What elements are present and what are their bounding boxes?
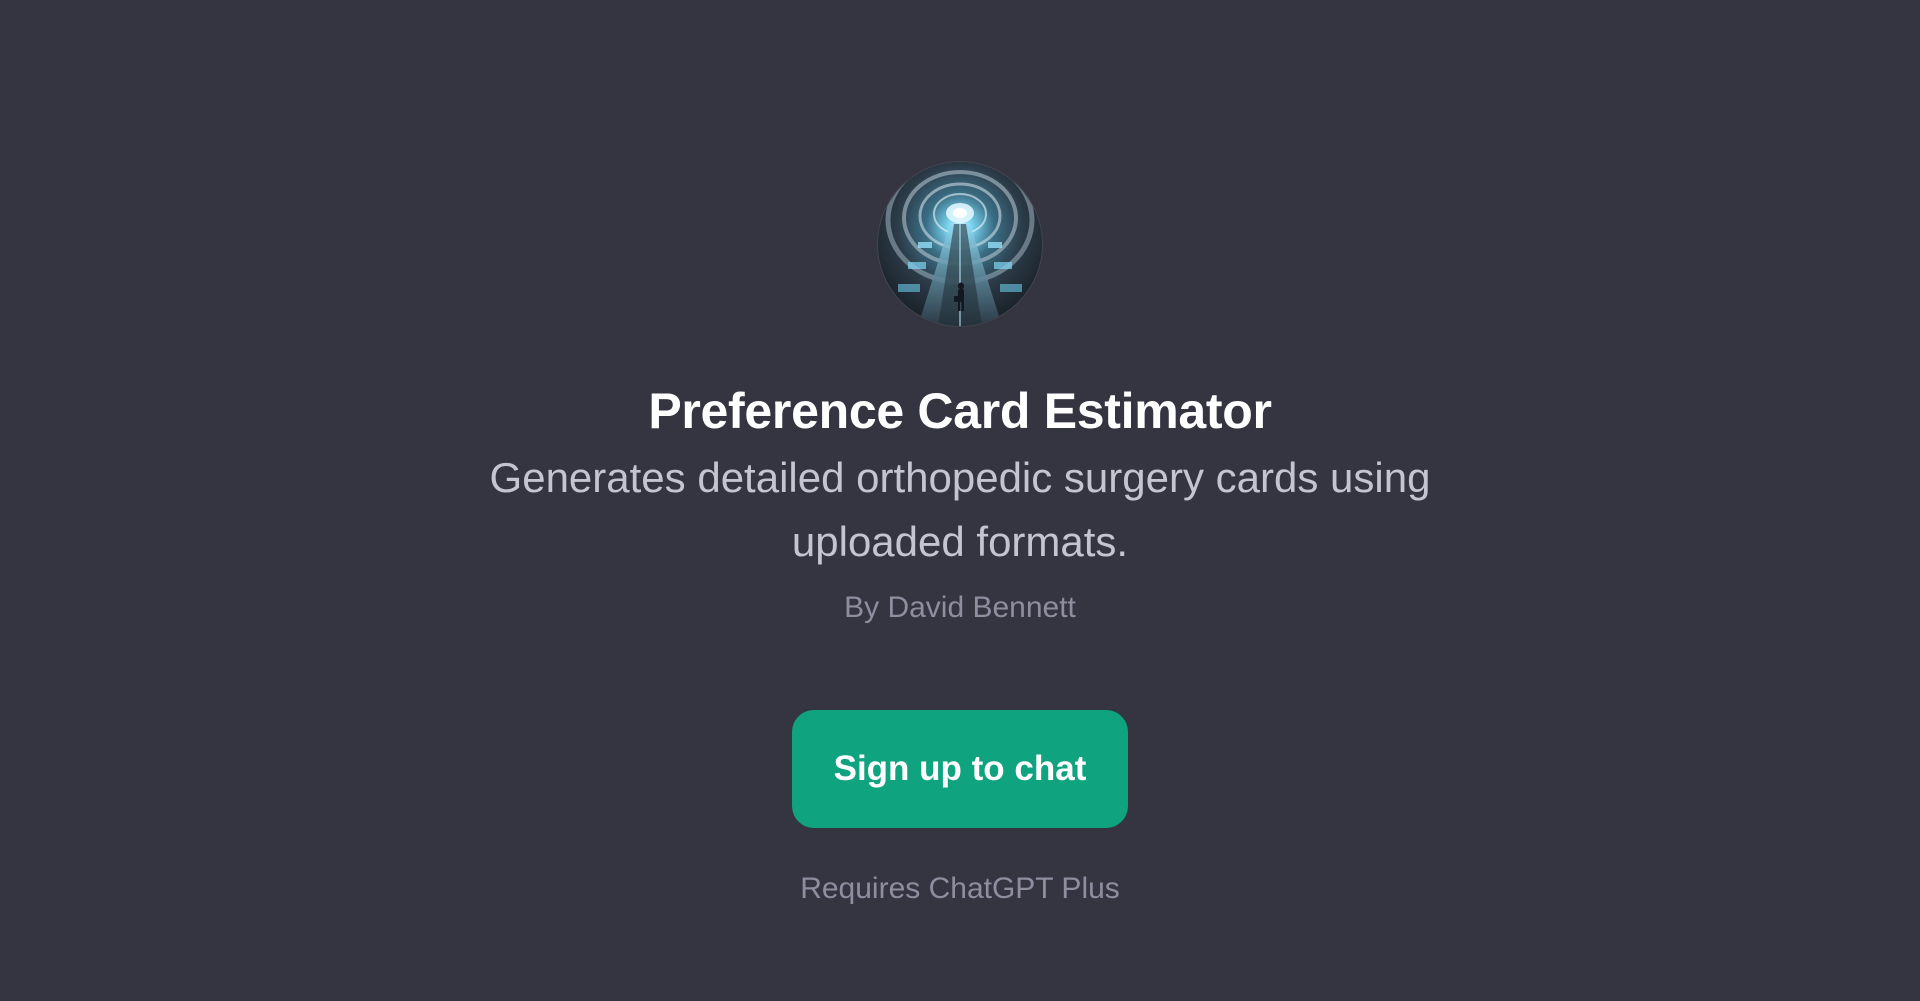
gpt-description: Generates detailed orthopedic surgery ca…: [489, 454, 1431, 565]
tunnel-avatar-icon: [878, 162, 1042, 326]
gpt-landing-page: Preference Card Estimator Generates deta…: [0, 0, 1920, 1001]
gpt-title: Preference Card Estimator: [648, 383, 1272, 439]
gpt-author: By David Bennett: [844, 591, 1076, 624]
requirement-note: Requires ChatGPT Plus: [800, 872, 1120, 905]
sign-up-to-chat-button[interactable]: Sign up to chat: [792, 710, 1128, 828]
gpt-avatar: [878, 162, 1042, 326]
